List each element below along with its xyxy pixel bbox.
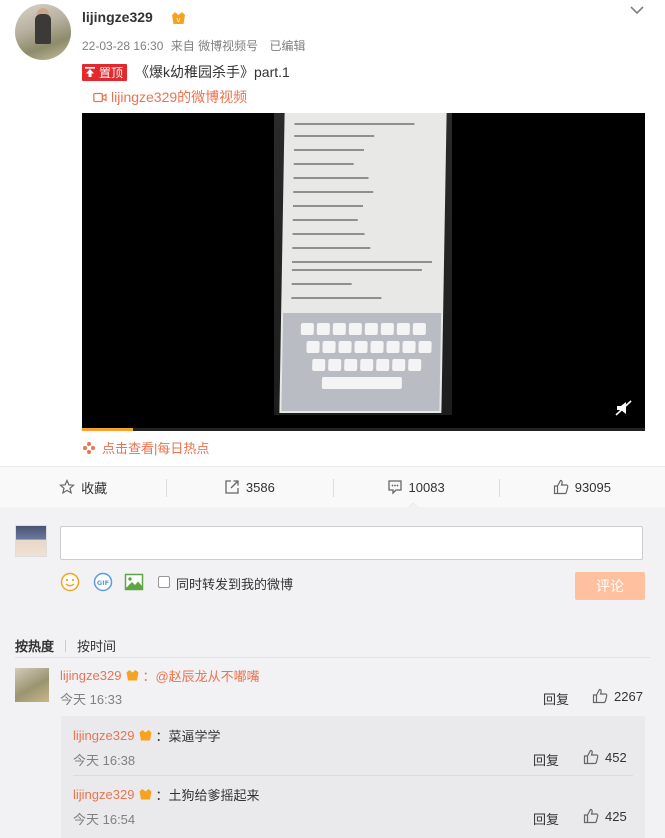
video-player[interactable] bbox=[82, 113, 645, 431]
thumb-up-icon bbox=[583, 749, 599, 765]
thumb-up-icon bbox=[583, 808, 599, 824]
reply-text: ：土狗给爹摇起来 bbox=[155, 788, 260, 803]
reply-button[interactable]: 回复 bbox=[533, 750, 559, 769]
comment-like-count: 2267 bbox=[614, 688, 643, 704]
svg-text:v: v bbox=[176, 16, 180, 24]
reply-body: lijingze329 ：土狗给爹摇起来 bbox=[73, 785, 259, 804]
video-camera-icon bbox=[93, 92, 107, 102]
reply-divider bbox=[73, 775, 633, 776]
reply-body: lijingze329 ：菜逼学学 bbox=[73, 726, 220, 745]
hot-topic-text[interactable]: 点击查看|每日热点 bbox=[102, 438, 209, 457]
star-icon bbox=[59, 479, 76, 495]
reply-like-button[interactable]: 425 bbox=[583, 808, 627, 824]
post-date[interactable]: 22-03-28 16:30 bbox=[82, 39, 163, 53]
pinned-badge: 置顶 bbox=[82, 63, 128, 81]
comment-text: ：@赵辰龙从不嘟嘴 bbox=[142, 669, 260, 684]
like-count: 93095 bbox=[574, 479, 611, 495]
video-link-text[interactable]: lijingze329的微博视频 bbox=[111, 87, 247, 107]
comment-time: 今天 16:33 bbox=[60, 692, 123, 707]
comment-input[interactable] bbox=[60, 526, 643, 560]
thumb-up-icon bbox=[592, 688, 608, 704]
favorite-label: 收藏 bbox=[81, 480, 108, 496]
post-title: 《爆k幼稚园杀手》part.1 bbox=[135, 64, 290, 80]
svg-text:GIF: GIF bbox=[97, 579, 109, 587]
reply-time: 今天 16:38 bbox=[73, 753, 136, 768]
post-meta: 22-03-28 16:30 来自 微博视频号 已编辑 bbox=[82, 37, 309, 54]
vip-badge-icon[interactable]: v bbox=[170, 11, 187, 26]
comment-sort: 按热度 按时间 bbox=[15, 636, 116, 655]
vip-badge-icon[interactable] bbox=[138, 729, 153, 742]
forward-label[interactable]: 同时转发到我的微博 bbox=[176, 574, 293, 593]
post-card: lijingze329 v 22-03-28 16:30 来自 微博视频号 已编… bbox=[0, 0, 665, 466]
reply-time: 今天 16:54 bbox=[73, 812, 136, 827]
my-avatar[interactable] bbox=[15, 525, 47, 557]
sort-by-hot[interactable]: 按热度 bbox=[15, 636, 54, 655]
video-frame bbox=[274, 113, 452, 415]
comment-panel: GIF 同时转发到我的微博 评论 按热度 按时间 lijingze329 ：@赵… bbox=[0, 507, 665, 838]
submit-comment-button[interactable]: 评论 bbox=[575, 572, 645, 600]
comment-icon bbox=[387, 480, 402, 495]
post-source[interactable]: 来自 微博视频号 bbox=[171, 39, 258, 53]
repost-icon bbox=[225, 480, 239, 494]
comment-count: 10083 bbox=[408, 479, 445, 495]
like-button[interactable]: 93095 bbox=[498, 467, 665, 507]
comment-body: lijingze329 ：@赵辰龙从不嘟嘴 bbox=[60, 666, 260, 685]
thumb-up-icon bbox=[553, 479, 569, 495]
action-bar: 收藏 3586 10083 93095 bbox=[0, 466, 665, 507]
reply-button[interactable]: 回复 bbox=[533, 809, 559, 828]
repost-button[interactable]: 3586 bbox=[166, 467, 332, 507]
vip-badge-icon[interactable] bbox=[125, 669, 140, 682]
edited-label[interactable]: 已编辑 bbox=[269, 39, 305, 53]
reply-author-name[interactable]: lijingze329 bbox=[73, 787, 134, 802]
reply-author-name[interactable]: lijingze329 bbox=[73, 728, 134, 743]
repost-count: 3586 bbox=[245, 479, 275, 495]
reply-like-count: 452 bbox=[605, 749, 627, 765]
reply-button[interactable]: 回复 bbox=[543, 689, 569, 708]
forward-checkbox[interactable] bbox=[158, 576, 170, 588]
hot-topic-link[interactable]: 点击查看|每日热点 bbox=[82, 438, 209, 457]
vip-badge-icon[interactable] bbox=[138, 788, 153, 801]
comment-button[interactable]: 10083 bbox=[332, 467, 499, 507]
comment-like-button[interactable]: 2267 bbox=[592, 688, 643, 704]
reply-like-count: 425 bbox=[605, 808, 627, 824]
divider bbox=[15, 657, 650, 658]
volume-mute-icon[interactable] bbox=[615, 400, 633, 416]
video-source-link[interactable]: lijingze329的微博视频 bbox=[93, 87, 247, 107]
post-title-row: 置顶 《爆k幼稚园杀手》part.1 bbox=[82, 62, 290, 82]
gif-icon[interactable]: GIF bbox=[93, 572, 113, 592]
chevron-down-icon[interactable] bbox=[629, 4, 645, 16]
reply-like-button[interactable]: 452 bbox=[583, 749, 627, 765]
pinned-label: 置顶 bbox=[99, 65, 124, 80]
author-avatar[interactable] bbox=[15, 4, 71, 60]
author-name[interactable]: lijingze329 bbox=[82, 9, 153, 25]
pin-icon bbox=[85, 67, 95, 77]
commenter-name[interactable]: lijingze329 bbox=[60, 668, 121, 683]
emoji-icon[interactable] bbox=[60, 572, 80, 592]
favorite-button[interactable]: 收藏 bbox=[0, 467, 166, 507]
sort-by-time[interactable]: 按时间 bbox=[77, 636, 116, 655]
hot-flower-icon bbox=[83, 441, 95, 454]
reply-text: ：菜逼学学 bbox=[155, 729, 221, 744]
image-icon[interactable] bbox=[124, 572, 144, 592]
commenter-avatar[interactable] bbox=[15, 668, 49, 702]
video-progress-bar[interactable] bbox=[82, 428, 645, 431]
